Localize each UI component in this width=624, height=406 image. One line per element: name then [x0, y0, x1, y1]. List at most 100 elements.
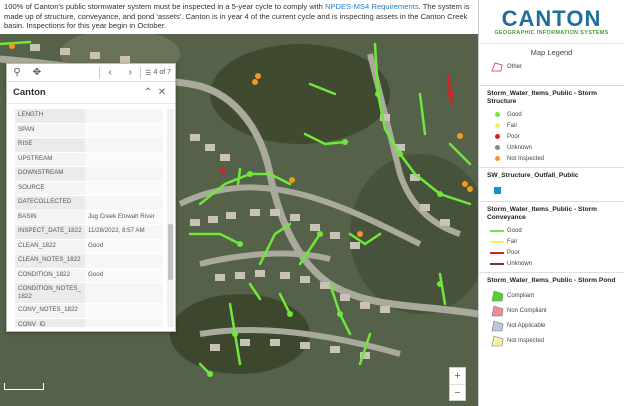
square-marker-icon [487, 187, 507, 194]
attribute-value [85, 109, 163, 123]
attribute-key: DOWNSTREAM [15, 167, 85, 181]
line-symbol-icon [487, 229, 507, 232]
attribute-value [85, 318, 163, 327]
attribute-row: RISE [15, 138, 163, 153]
attribute-value [85, 167, 163, 181]
attribute-value [85, 254, 163, 268]
zoom-controls: + − [449, 367, 466, 401]
legend-conveyance: Storm_Water_Items_Public - Storm Conveya… [479, 201, 624, 272]
canton-logo: CANTON GEOGRAPHIC INFORMATION SYSTEMS [479, 0, 624, 44]
line-symbol-icon [487, 240, 507, 243]
move-icon[interactable]: ✥ [27, 64, 47, 82]
attribute-value: Jug Creek Etowah River [85, 210, 163, 224]
legend-heading: Storm_Water_Items_Public - Storm Structu… [487, 90, 598, 105]
attribute-value: Good [85, 239, 163, 253]
point-marker-icon [487, 123, 507, 128]
legend-label: Not Inspected [507, 155, 545, 162]
legend-item: Good [487, 109, 616, 120]
zoom-out-button[interactable]: − [450, 384, 465, 400]
logo-subtitle: GEOGRAPHIC INFORMATION SYSTEMS [494, 29, 609, 36]
attribute-value [85, 196, 163, 210]
legend-item: Unknown [487, 142, 616, 153]
attribute-key: CONDITION_NOTES_ 1822 [15, 283, 85, 303]
legend-item: Poor [487, 131, 616, 142]
scrollbar-thumb[interactable] [168, 224, 173, 280]
legend-heading: Storm_Water_Items_Public - Storm Pond [487, 277, 616, 284]
legend-item: Not Inspected [487, 333, 616, 348]
attribute-value [85, 138, 163, 152]
attribute-value [85, 123, 163, 137]
attribute-value [85, 304, 163, 318]
legend-item: Fair [487, 236, 616, 247]
legend-pond: Storm_Water_Items_Public - Storm Pond Co… [479, 272, 624, 351]
zoom-to-icon[interactable]: ⚲ [7, 64, 27, 82]
legend-item: Poor [487, 247, 616, 258]
attribute-row: CONDITION_NOTES_ 1822 [15, 283, 163, 304]
legend-title: Map Legend [530, 48, 573, 57]
attribute-key: CLEAN_NOTES_1822 [15, 254, 85, 268]
feature-pager[interactable]: ☰ 4 of 7 [141, 69, 175, 77]
line-symbol-icon [487, 251, 507, 254]
attribute-row: DOWNSTREAM [15, 167, 163, 182]
legend-heading: Storm_Water_Items_Public - Storm Conveya… [487, 206, 598, 221]
attribute-key: INSPECT_DATE_1822 [15, 225, 85, 239]
attribute-row: INSPECT_DATE_1822 11/28/2022, 8:57 AM [15, 225, 163, 240]
legend-label: Poor [507, 249, 520, 256]
polygon-fill-icon [487, 320, 507, 332]
legend-item: Non Compliant [487, 303, 616, 318]
attribute-key: CLEAN_1822 [15, 239, 85, 253]
collapse-icon[interactable]: ⌃ [141, 87, 155, 98]
close-icon[interactable]: ✕ [155, 87, 169, 98]
attribute-value [85, 283, 163, 303]
line-symbol-icon [487, 262, 507, 265]
legend-item-outfall [487, 183, 616, 198]
attribute-value: Good [85, 268, 163, 282]
logo-name: CANTON [501, 5, 602, 31]
attribute-key: UPSTREAM [15, 152, 85, 166]
legend-label: Non Compliant [507, 307, 547, 314]
attribute-key: RISE [15, 138, 85, 152]
attribute-row: UPSTREAM [15, 152, 163, 167]
previous-feature-button[interactable]: ‹ [100, 64, 120, 82]
legend-panel: CANTON GEOGRAPHIC INFORMATION SYSTEMS Ma… [478, 0, 624, 406]
attribute-key: CONV_NOTES_1822 [15, 304, 85, 318]
feature-popup: ⚲ ✥ ‹ › ☰ 4 of 7 Canton ⌃ ✕ LENGTH SPAN RI… [6, 63, 176, 332]
attribute-row: LENGTH [15, 109, 163, 124]
legend-item: Not Inspected [487, 153, 616, 164]
polygon-fill-icon [487, 305, 507, 317]
legend-structure: Storm_Water_Items_Public - Storm Structu… [479, 85, 624, 167]
attribute-table: LENGTH SPAN RISE UPSTREAM DOWNSTREAM SOURCE DA… [15, 109, 163, 327]
legend-outfall: SW_Structure_Outfall_Public [479, 167, 624, 201]
next-feature-button[interactable]: › [120, 64, 140, 82]
polygon-fill-icon [487, 290, 507, 302]
popup-title: Canton [13, 87, 46, 98]
legend-label: Not Applicable [507, 322, 546, 329]
attribute-row: CLEAN_NOTES_1822 [15, 254, 163, 269]
attribute-row: CLEAN_1822 Good [15, 239, 163, 254]
legend-item: Compliant [487, 288, 616, 303]
legend-label: Good [507, 111, 522, 118]
popup-scrollbar[interactable] [167, 109, 174, 327]
attribute-row: CONV_NOTES_1822 [15, 304, 163, 319]
attribute-value [85, 152, 163, 166]
npdes-link[interactable]: NPDES-MS4 Requirements [325, 2, 419, 11]
attribute-value: 11/28/2022, 8:57 AM [85, 225, 163, 239]
attribute-row: CONDITION_1822 Good [15, 268, 163, 283]
attribute-key: SPAN [15, 123, 85, 137]
attribute-key: DATECOLLECTED [15, 196, 85, 210]
attribute-row: BASIN Jug Creek Etowah River [15, 210, 163, 225]
legend-item: Not Applicable [487, 318, 616, 333]
attribute-key: BASIN [15, 210, 85, 224]
legend-heading: SW_Structure_Outfall_Public [487, 172, 579, 179]
legend-item-other: Other [479, 60, 624, 73]
legend-label: Fair [507, 122, 518, 129]
attribute-value [85, 181, 163, 195]
point-marker-icon [487, 112, 507, 117]
intro-text: 100% of Canton's public stormwater syste… [0, 0, 478, 34]
polygon-outline-icon [487, 61, 507, 72]
attribute-row: SOURCE [15, 181, 163, 196]
pager-count: 4 of 7 [153, 69, 171, 76]
zoom-in-button[interactable]: + [450, 368, 465, 384]
legend-label: Unknown [507, 144, 533, 151]
attribute-row: CONV_ID [15, 318, 163, 327]
